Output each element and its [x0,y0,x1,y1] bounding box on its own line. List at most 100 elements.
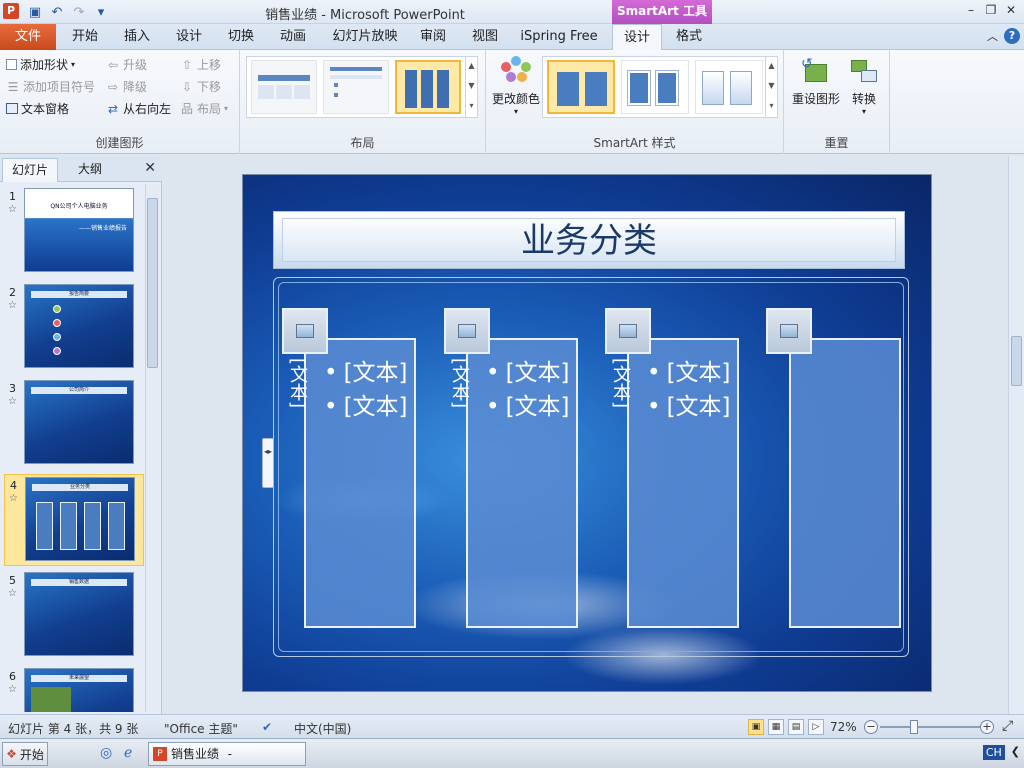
slide-title[interactable]: 业务分类 [282,218,896,262]
scrollbar-thumb[interactable] [147,198,158,368]
close-pane-icon[interactable]: ✕ [144,160,156,176]
gallery-down-icon[interactable]: ▼ [466,77,477,97]
text-pane-label: 文本窗格 [21,102,70,116]
bullet-list: [文本] [文本] [647,356,731,424]
language-indicator[interactable]: 中文(中国) [294,720,351,737]
bullet-list: [文本] [文本] [486,356,570,424]
help-icon[interactable]: ? [1004,28,1020,44]
bullet-text[interactable]: [文本] [647,356,731,390]
column-side-label[interactable]: [文本] [284,358,310,408]
bullet-text[interactable]: [文本] [486,356,570,390]
layout-option-1[interactable] [251,60,317,114]
promote-button[interactable]: ⇦ 升级 [106,56,147,73]
gallery-more-icon[interactable]: ▾ [766,97,777,117]
picture-placeholder[interactable] [282,308,328,354]
collapse-ribbon-icon[interactable]: ︿ [987,28,998,44]
gallery-up-icon[interactable]: ▲ [466,57,477,77]
gallery-down-icon[interactable]: ▼ [766,77,777,97]
column-side-label[interactable]: [文本] [446,358,472,408]
style-gallery-scroll[interactable]: ▲ ▼ ▾ [765,57,777,117]
editor-scrollbar[interactable] [1008,156,1024,714]
picture-placeholder[interactable] [605,308,651,354]
zoom-level[interactable]: 72% [830,720,857,734]
move-up-button[interactable]: ⇧ 上移 [180,56,221,73]
browser-icon[interactable]: ℯ [124,745,132,761]
add-bullet-button[interactable]: ☰ 添加项目符号 [6,78,95,95]
smartart-column-3[interactable]: [文本] [文本] [627,338,739,628]
theme-name[interactable]: "Office 主题" [164,720,238,737]
zoom-out-icon[interactable]: − [864,720,878,734]
slide-thumbnail-3[interactable]: 3 ☆ 公司简介 [4,378,144,470]
layout-option-3-selected[interactable] [395,60,461,114]
smartart-column-2[interactable]: [文本] [文本] [466,338,578,628]
bullet-text[interactable]: [文本] [324,390,408,424]
zoom-slider-knob[interactable] [910,720,918,734]
zoom-slider-track[interactable] [880,726,982,728]
current-slide[interactable]: 业务分类 ◂▸ [文本] [文本] [文本] [文本] [文本] [文本] [文… [242,174,932,692]
style-option-1-selected[interactable] [547,60,615,114]
slides-pane-scrollbar[interactable] [145,184,159,712]
tab-file[interactable]: 文件 [0,24,56,50]
right-to-left-button[interactable]: ⇄ 从右向左 [106,100,171,117]
tab-outline[interactable]: 大纲 [62,158,118,182]
picture-placeholder[interactable] [766,308,812,354]
tab-transitions[interactable]: 切换 [218,24,264,50]
picture-placeholder[interactable] [444,308,490,354]
quicklaunch-icon[interactable]: ◎ [100,745,112,761]
gallery-more-icon[interactable]: ▾ [466,97,477,117]
tab-review[interactable]: 审阅 [412,24,454,50]
bullet-text[interactable]: [文本] [647,390,731,424]
slide-thumbnail-4-selected[interactable]: 4 ☆ 业务分类 [4,474,144,566]
layout-option-2[interactable] [323,60,389,114]
reading-view-icon[interactable]: ▤ [788,719,804,735]
spellcheck-icon[interactable]: ✔ [262,720,272,734]
tray-arrow-icon[interactable]: ❮ [1011,745,1020,760]
minimize-icon[interactable]: – [962,2,980,18]
slide-title-box[interactable]: 业务分类 [273,211,905,269]
fit-to-window-icon[interactable]: ⤢ [1002,718,1013,734]
slide-sorter-view-icon[interactable]: ▦ [768,719,784,735]
tab-ispring[interactable]: iSpring Free [516,24,602,50]
smartart-column-4[interactable] [789,338,901,628]
tab-design[interactable]: 设计 [166,24,212,50]
scrollbar-thumb[interactable] [1011,336,1022,386]
taskbar-powerpoint-item[interactable]: P 销售业绩 - Microsof... [148,742,306,766]
slide-thumbnail-6[interactable]: 6 ☆ 未来展望 [4,666,144,712]
text-pane-toggle[interactable]: ◂▸ [262,438,274,488]
slideshow-view-icon[interactable]: ▷ [808,719,824,735]
normal-view-icon[interactable]: ▣ [748,719,764,735]
column-side-label[interactable]: [文本] [607,358,633,408]
slide-thumbnail-5[interactable]: 5 ☆ 销售数据 [4,570,144,662]
tab-view[interactable]: 视图 [462,24,508,50]
reset-graphic-button[interactable]: ↺ 重设图形 [790,56,842,107]
tab-animations[interactable]: 动画 [270,24,316,50]
convert-button[interactable]: 转换 ▾ [844,56,884,116]
style-option-3[interactable] [695,60,763,114]
slide-thumbnail-1[interactable]: 1 ☆ QN公司个人电脑业务 ——销售业绩报告 [4,186,144,278]
smartart-column-1[interactable]: [文本] [文本] [304,338,416,628]
restore-icon[interactable]: ❐ [982,2,1000,18]
change-colors-button[interactable]: 更改颜色 ▾ [490,56,542,116]
tab-home[interactable]: 开始 [62,24,108,50]
demote-button[interactable]: ⇨ 降级 [106,78,147,95]
add-shape-button[interactable]: 添加形状 ▾ [6,56,75,73]
slide-thumbnail-2[interactable]: 2 ☆ 报告简要 [4,282,144,374]
tab-slides[interactable]: 幻灯片 [2,158,58,182]
tab-smartart-format[interactable]: 格式 [666,24,712,50]
tab-insert[interactable]: 插入 [114,24,160,50]
start-button[interactable]: ❖ 开始 [2,742,48,766]
move-down-button[interactable]: ⇩ 下移 [180,78,221,95]
style-option-2[interactable] [621,60,689,114]
bullet-text[interactable]: [文本] [324,356,408,390]
layout-button[interactable]: 品 布局 ▾ [180,100,228,117]
tab-slideshow[interactable]: 幻灯片放映 [324,24,406,50]
zoom-in-icon[interactable]: + [980,720,994,734]
ime-indicator[interactable]: CH [982,745,1005,760]
smartart-graphic[interactable]: ◂▸ [文本] [文本] [文本] [文本] [文本] [文本] [文本] [文… [262,277,909,657]
text-pane-button[interactable]: 文本窗格 [6,100,69,117]
tab-smartart-design[interactable]: 设计 [612,24,662,51]
close-icon[interactable]: ✕ [1002,2,1020,18]
bullet-text[interactable]: [文本] [486,390,570,424]
layout-gallery-scroll[interactable]: ▲ ▼ ▾ [465,57,477,117]
gallery-up-icon[interactable]: ▲ [766,57,777,77]
